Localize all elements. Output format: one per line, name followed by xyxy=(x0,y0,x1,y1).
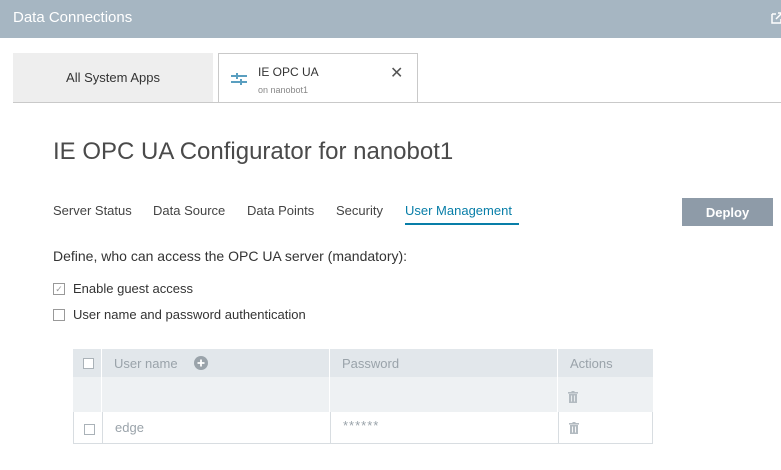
userpass-auth-checkbox[interactable] xyxy=(53,309,65,321)
table-header-row: User name Password Actions xyxy=(73,349,653,377)
guest-access-label: Enable guest access xyxy=(73,281,193,296)
trash-icon[interactable] xyxy=(569,422,579,434)
tab-app-subtitle: on nanobot1 xyxy=(258,85,309,95)
row-select-checkbox[interactable] xyxy=(84,424,95,435)
column-divider xyxy=(101,377,102,412)
table-row xyxy=(73,377,653,412)
popout-icon[interactable] xyxy=(770,11,781,25)
close-tab-icon[interactable]: ✕ xyxy=(390,63,403,83)
page-title: IE OPC UA Configurator for nanobot1 xyxy=(53,138,454,165)
column-divider xyxy=(329,349,330,377)
column-divider xyxy=(557,349,558,377)
tab-all-system-apps[interactable]: All System Apps xyxy=(13,53,213,102)
column-divider xyxy=(557,377,558,412)
active-tab-underline xyxy=(405,223,519,225)
cell-password[interactable]: ****** xyxy=(343,418,379,433)
tab-app-name: IE OPC UA xyxy=(258,65,319,79)
add-user-icon[interactable] xyxy=(194,356,208,370)
guest-access-checkbox[interactable]: ✓ xyxy=(53,283,65,295)
header-password: Password xyxy=(342,356,400,371)
tab-data-source[interactable]: Data Source xyxy=(153,203,225,218)
userpass-auth-label: User name and password authentication xyxy=(73,307,306,322)
header-actions: Actions xyxy=(570,356,613,371)
tab-strip: All System Apps IE OPC UA on nanobot1 ✕ xyxy=(0,38,781,103)
column-divider xyxy=(101,349,102,377)
column-divider xyxy=(330,412,331,443)
trash-icon[interactable] xyxy=(568,391,578,403)
tab-security[interactable]: Security xyxy=(336,203,383,218)
opc-ua-app-icon xyxy=(231,73,247,85)
table-row: edge ****** xyxy=(73,412,653,444)
tab-strip-divider xyxy=(13,102,781,103)
tab-user-management[interactable]: User Management xyxy=(405,203,512,218)
column-divider xyxy=(329,377,330,412)
column-divider xyxy=(102,412,103,443)
header-user-name: User name xyxy=(114,356,178,371)
access-heading: Define, who can access the OPC UA server… xyxy=(53,248,408,264)
users-table: User name Password Actions edge ****** xyxy=(73,349,653,444)
window-title: Data Connections xyxy=(13,9,133,26)
cell-username[interactable]: edge xyxy=(115,420,144,435)
column-divider xyxy=(558,412,559,443)
tab-server-status[interactable]: Server Status xyxy=(53,203,132,218)
tab-ie-opc-ua[interactable]: IE OPC UA on nanobot1 ✕ xyxy=(218,53,418,103)
tab-data-points[interactable]: Data Points xyxy=(247,203,314,218)
title-bar: Data Connections xyxy=(0,0,781,38)
select-all-checkbox[interactable] xyxy=(83,358,94,369)
deploy-button[interactable]: Deploy xyxy=(682,198,773,226)
tab-all-system-apps-label: All System Apps xyxy=(66,70,160,85)
